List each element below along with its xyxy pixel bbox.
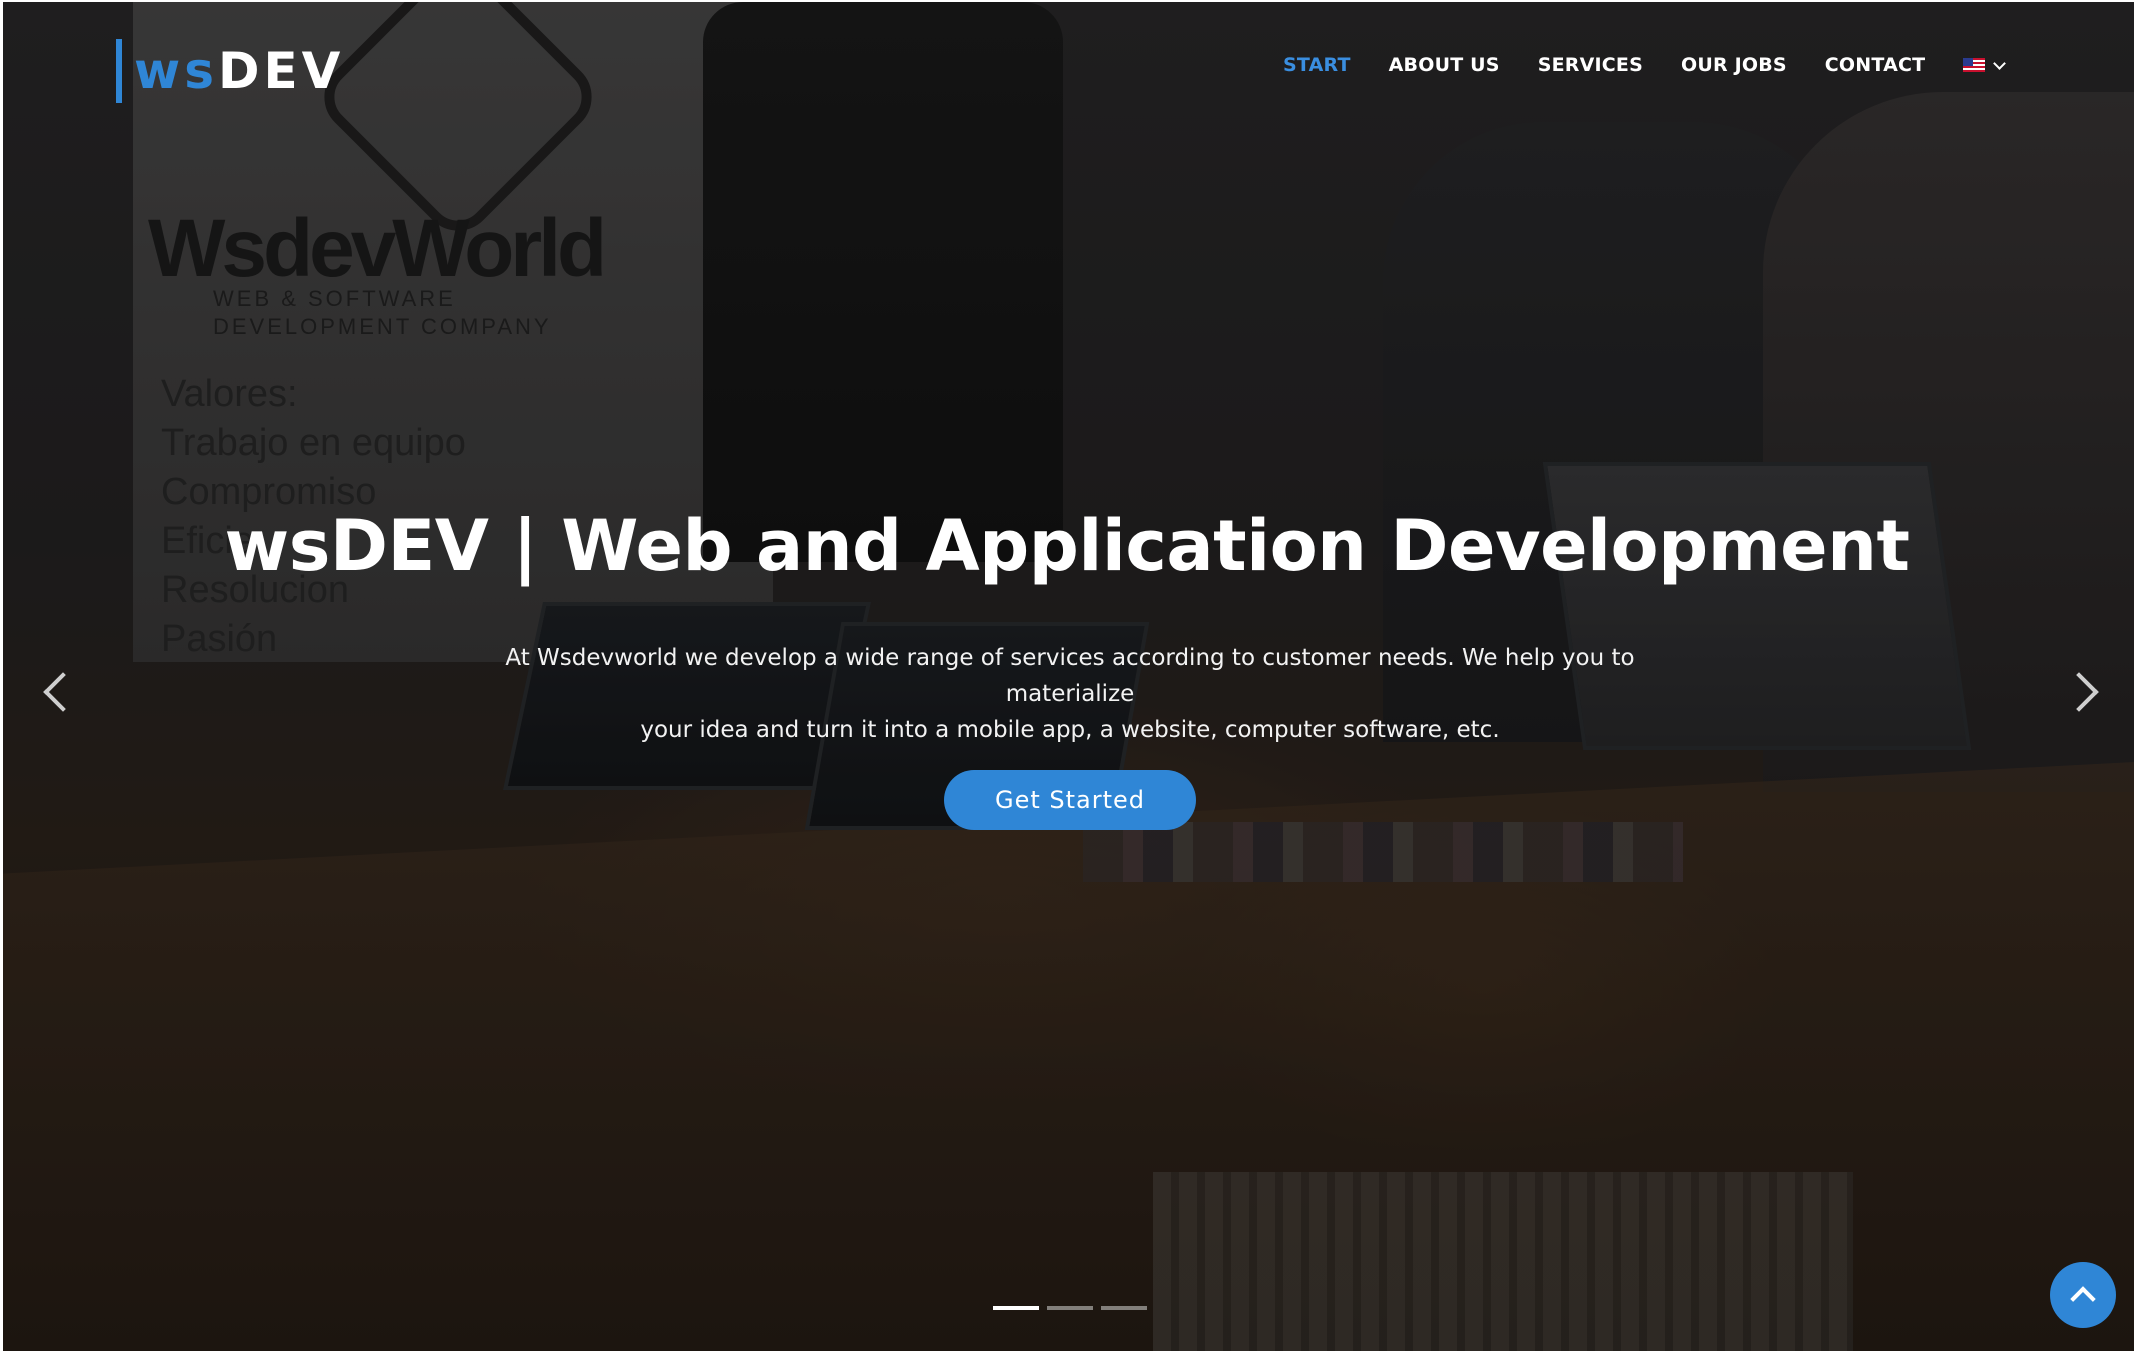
- chevron-up-icon: [2070, 1286, 2096, 1312]
- language-selector[interactable]: [1963, 56, 2007, 72]
- nav-item-start[interactable]: START: [1283, 54, 1351, 76]
- logo-suffix: DEV: [217, 42, 345, 100]
- nav-item-contact[interactable]: CONTACT: [1825, 54, 1926, 76]
- us-flag-icon: [1963, 58, 1986, 72]
- page: WsdevWorld WEB & SOFTWARE DEVELOPMENT CO…: [0, 0, 2134, 1356]
- nav-item-our-jobs[interactable]: OUR JOBS: [1681, 54, 1787, 76]
- chevron-left-icon: [43, 672, 83, 712]
- chevron-down-icon: [1993, 56, 2007, 70]
- carousel-indicators: [993, 1306, 1155, 1310]
- hero-title: wsDEV | Web and Application Development: [224, 505, 1910, 587]
- hero-description-line: your idea and turn it into a mobile app,…: [640, 717, 1500, 743]
- get-started-button[interactable]: Get Started: [944, 770, 1196, 830]
- carousel-indicator[interactable]: [1101, 1306, 1147, 1310]
- nav-item-services[interactable]: SERVICES: [1538, 54, 1643, 76]
- carousel-prev-button[interactable]: [38, 664, 83, 720]
- hero-description: At Wsdevworld we develop a wide range of…: [440, 640, 1700, 748]
- chevron-right-icon: [2059, 672, 2099, 712]
- site-logo[interactable]: ws DEV: [116, 38, 344, 104]
- hero-description-line: At Wsdevworld we develop a wide range of…: [505, 645, 1635, 707]
- carousel-indicator[interactable]: [993, 1306, 1039, 1310]
- back-to-top-button[interactable]: [2050, 1262, 2116, 1328]
- main-navigation: START ABOUT US SERVICES OUR JOBS CONTACT: [1283, 54, 2007, 76]
- carousel-next-button[interactable]: [2059, 664, 2104, 720]
- logo-prefix: ws: [134, 42, 218, 100]
- carousel-indicator[interactable]: [1047, 1306, 1093, 1310]
- nav-item-about-us[interactable]: ABOUT US: [1389, 54, 1500, 76]
- logo-accent-bar: [116, 39, 122, 103]
